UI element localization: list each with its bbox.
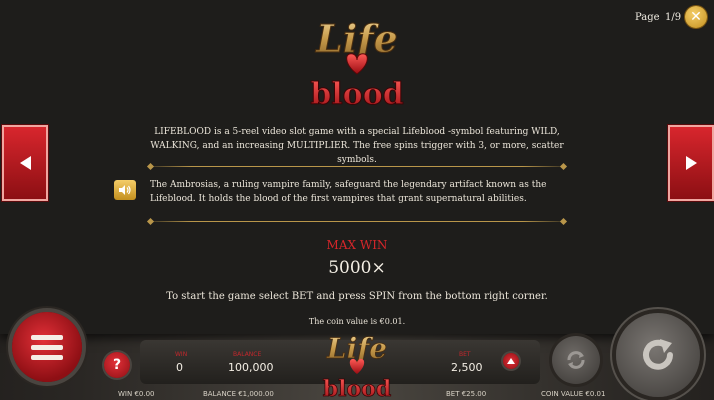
bet-value: 2,500: [451, 361, 483, 374]
page-label: Page: [635, 12, 660, 23]
previous-page-button[interactable]: [2, 125, 48, 201]
footer-win: WIN €0.00: [118, 390, 155, 398]
speaker-glyph: [119, 185, 131, 195]
spin-button[interactable]: [616, 313, 700, 397]
story-text: The Ambrosias, a ruling vampire family, …: [150, 180, 547, 204]
speaker-icon[interactable]: [114, 180, 136, 200]
close-icon: ✕: [690, 9, 702, 25]
autoplay-icon: [567, 351, 585, 369]
footer-balance: BALANCE €1,000.00: [203, 390, 274, 398]
footer-coin-value: COIN VALUE €0.01: [541, 390, 606, 398]
balance-value: 100,000: [228, 361, 274, 374]
intro-text: LIFEBLOOD is a 5-reel video slot game wi…: [150, 127, 564, 165]
hud-logo-blood-text: blood: [323, 376, 391, 400]
footer-bet: BET €25.00: [446, 390, 487, 398]
menu-button[interactable]: [12, 312, 82, 382]
spin-icon: [643, 339, 673, 370]
logo-blood-text: blood: [310, 77, 403, 112]
help-button[interactable]: ?: [104, 352, 130, 378]
arrow-right-icon: [685, 156, 697, 170]
arrow-up-icon: [507, 358, 515, 364]
hud-logo-life-text: Life: [326, 332, 387, 365]
question-icon: ?: [112, 357, 122, 373]
win-value: 0: [176, 361, 183, 374]
close-button[interactable]: ✕: [685, 6, 707, 28]
divider-top: [150, 166, 564, 167]
bet-increase-button[interactable]: [503, 353, 519, 369]
next-page-button[interactable]: [668, 125, 714, 201]
max-win-label: MAX WIN: [326, 238, 388, 252]
arrow-left-icon: [19, 156, 31, 170]
lifeblood-logo: Life blood: [310, 16, 404, 113]
hamburger-icon: [31, 334, 63, 340]
coin-value-note: The coin value is €0.01.: [308, 317, 406, 326]
page-number: 1/9: [665, 12, 682, 23]
divider-bottom: [150, 221, 564, 222]
hud-lifeblood-logo: Life blood: [322, 332, 391, 400]
win-label: WIN: [175, 351, 188, 358]
logo-life-text: Life: [315, 16, 398, 61]
autoplay-button[interactable]: [552, 336, 600, 384]
info-panel: Page 1/9 ✕ Life blood LIFEBLOOD is a 5-r…: [0, 0, 714, 334]
max-win-value: 5000×: [328, 258, 386, 278]
bet-label: BET: [459, 351, 471, 358]
balance-label: BALANCE: [233, 351, 262, 358]
start-instruction: To start the game select BET and press S…: [166, 291, 548, 302]
